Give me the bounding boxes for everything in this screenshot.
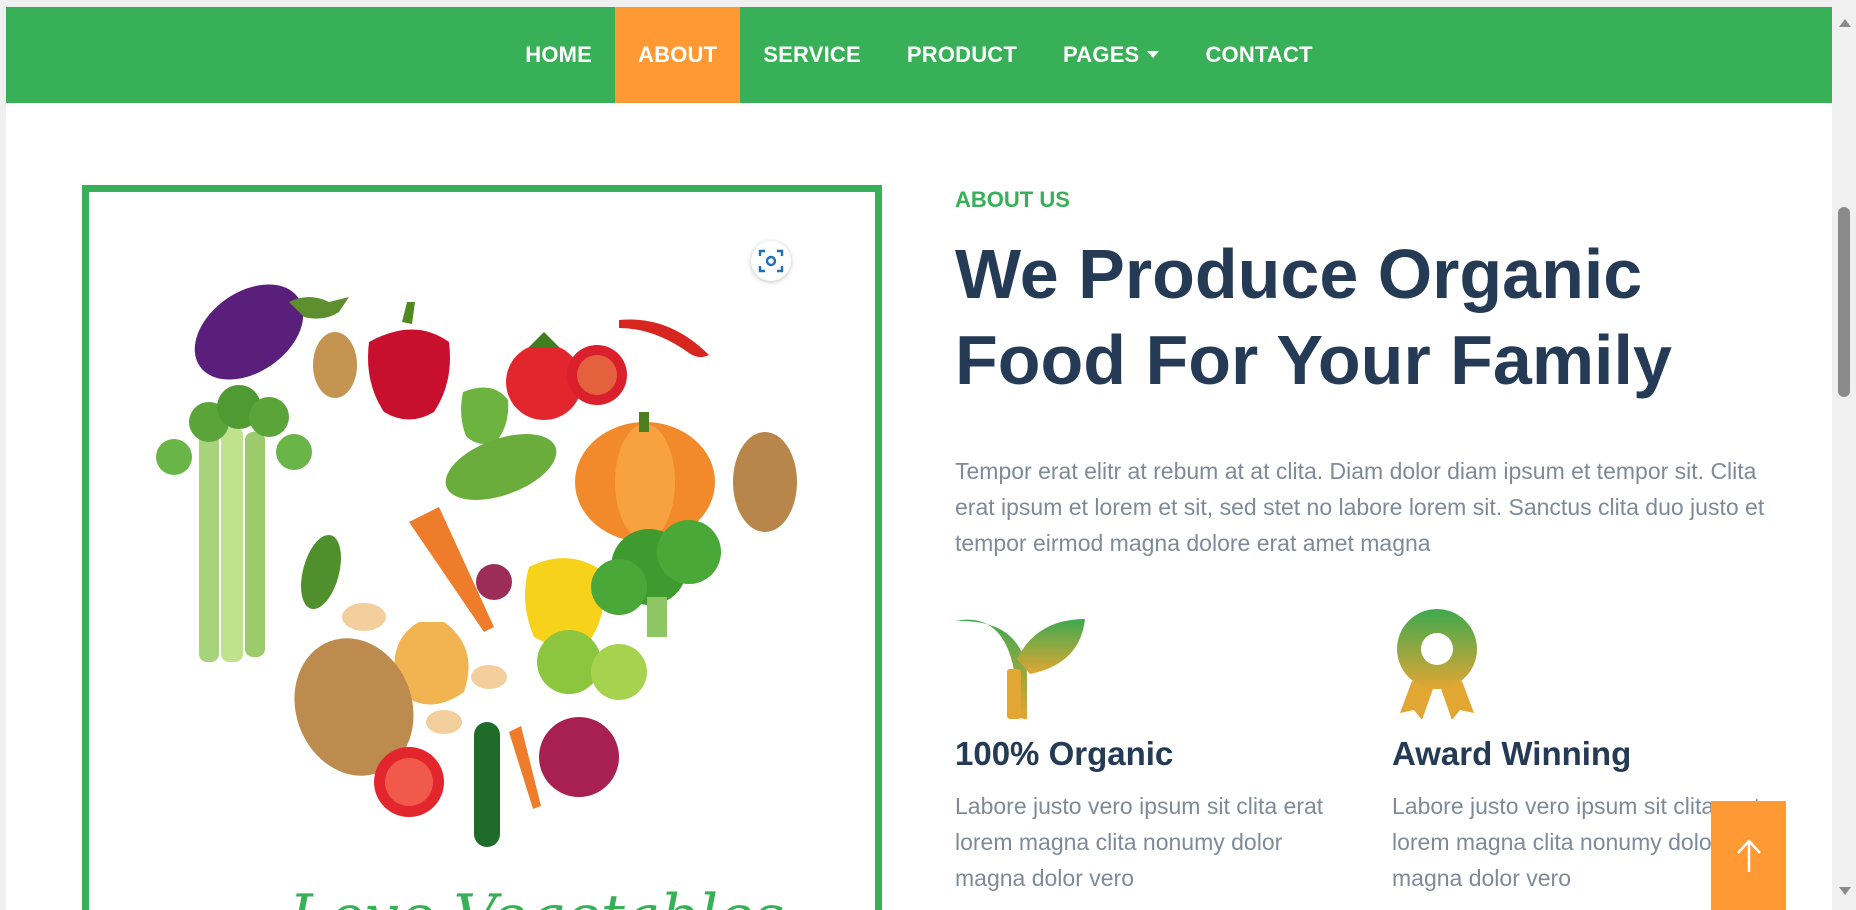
arrow-up-icon	[1736, 838, 1761, 872]
page-frame: HOME ABOUT SERVICE PRODUCT PAGES CONTACT	[6, 7, 1832, 910]
sprout-icon	[955, 619, 1085, 719]
scroll-up-arrow-icon[interactable]	[1839, 19, 1851, 27]
vegetable-heart-illustration: Love Vegetables	[156, 284, 797, 910]
about-eyebrow: ABOUT US	[955, 187, 1070, 212]
main-nav: HOME ABOUT SERVICE PRODUCT PAGES CONTACT	[6, 7, 1832, 103]
nav-home[interactable]: HOME	[502, 7, 615, 103]
scan-icon	[758, 249, 784, 273]
potato-small	[313, 332, 357, 398]
celery	[156, 385, 312, 662]
page-scrollbar[interactable]	[1834, 7, 1856, 910]
headline-line-2: Food For Your Family	[955, 321, 1672, 399]
about-description: Tempor erat elitr at rebum at at clita. …	[955, 458, 1765, 556]
nav-contact[interactable]: CONTACT	[1182, 7, 1335, 103]
gherkin	[301, 535, 341, 609]
feature-award-text: Labore justo vero ipsum sit clita erat l…	[1392, 793, 1761, 891]
scroll-thumb[interactable]	[1838, 207, 1850, 397]
nav-about-label: ABOUT	[638, 42, 718, 67]
green-pepper	[461, 387, 509, 444]
nav-service[interactable]: SERVICE	[740, 7, 884, 103]
nav-pages-dropdown[interactable]: PAGES	[1040, 7, 1182, 103]
back-to-top-button[interactable]	[1711, 801, 1786, 910]
award-icon	[1397, 609, 1477, 720]
about-image: Love Vegetables	[82, 185, 882, 910]
caption-script: Love Vegetables	[288, 882, 784, 910]
nav-contact-label: CONTACT	[1205, 42, 1313, 67]
nav-product[interactable]: PRODUCT	[884, 7, 1040, 103]
headline-line-1: We Produce Organic	[955, 235, 1643, 313]
broccoli	[591, 520, 721, 637]
potato-right	[733, 432, 797, 532]
feature-organic: 100% Organic Labore justo vero ipsum sit…	[955, 609, 1355, 896]
about-headline: We Produce Organic Food For Your Family	[955, 231, 1715, 403]
nav-service-label: SERVICE	[763, 42, 861, 67]
beetroot	[539, 717, 619, 797]
red-pepper	[368, 302, 450, 420]
feature-organic-title: 100% Organic	[955, 735, 1174, 772]
zucchini	[474, 722, 500, 847]
scroll-down-arrow-icon[interactable]	[1839, 887, 1851, 895]
nav-home-label: HOME	[525, 42, 593, 67]
radish	[476, 564, 512, 600]
image-lens-button[interactable]	[751, 241, 791, 281]
nav-product-label: PRODUCT	[906, 42, 1018, 67]
feature-award-title: Award Winning	[1392, 735, 1632, 772]
carrot-small	[509, 726, 541, 809]
nav-pages-label: PAGES	[1063, 42, 1140, 67]
caret-down-icon	[1147, 50, 1160, 58]
chili	[619, 319, 709, 358]
mushroom	[342, 603, 386, 631]
lettuce	[537, 630, 601, 694]
nav-about[interactable]: ABOUT	[615, 7, 741, 103]
feature-organic-text: Labore justo vero ipsum sit clita erat l…	[955, 793, 1324, 891]
navbar: HOME ABOUT SERVICE PRODUCT PAGES CONTACT	[6, 7, 1832, 103]
